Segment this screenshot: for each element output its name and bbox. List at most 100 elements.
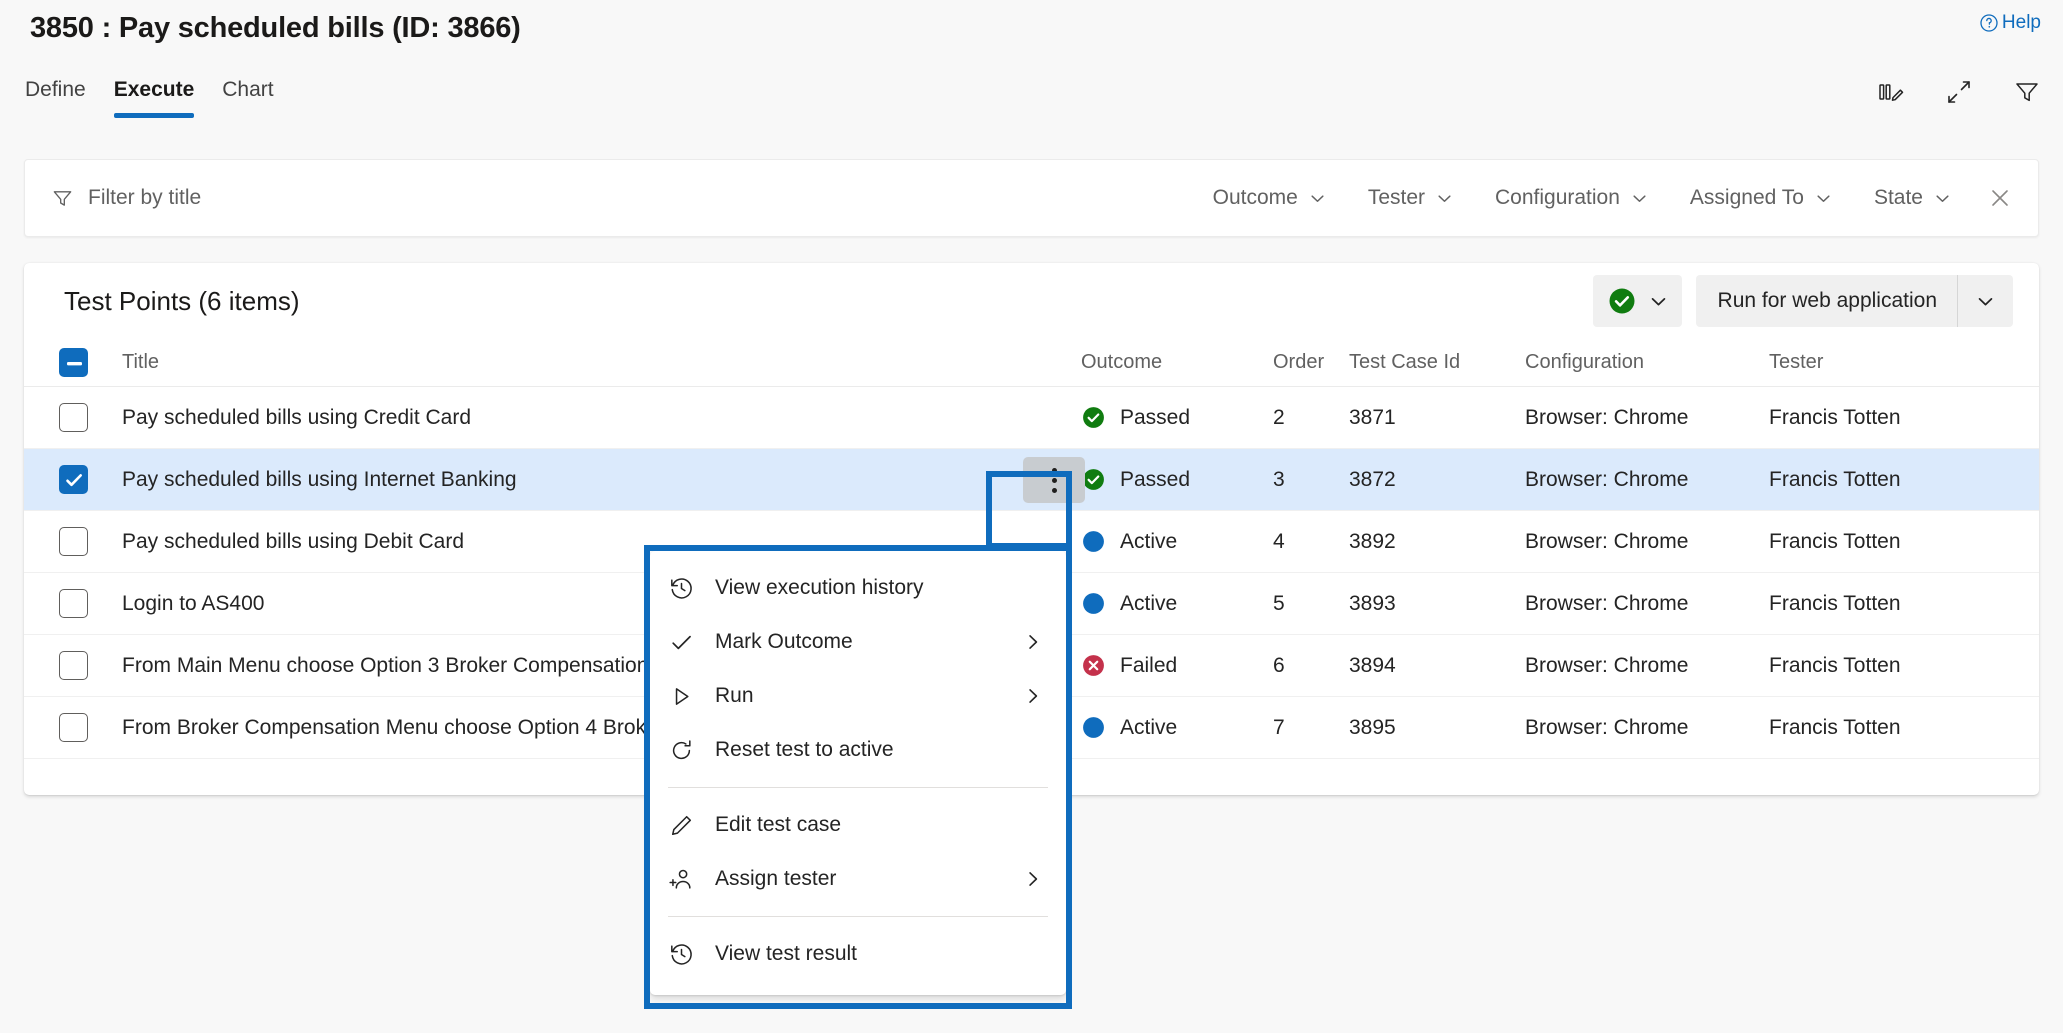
filter-title-input[interactable]: [88, 186, 1192, 210]
row-tester: Francis Totten: [1769, 716, 2039, 740]
play-icon: [668, 683, 715, 710]
menu-item-edit-test-case[interactable]: Edit test case: [650, 798, 1066, 852]
help-link[interactable]: Help: [1979, 12, 2041, 34]
row-select-cell: [24, 527, 122, 556]
row-order: 5: [1273, 592, 1349, 616]
column-header-configuration[interactable]: Configuration: [1525, 351, 1769, 374]
menu-item-label: View execution history: [715, 576, 1048, 600]
card-header-actions: Run for web application: [1593, 275, 2013, 327]
funnel-icon: [51, 187, 74, 210]
table-row[interactable]: Pay scheduled bills using Credit Card Pa…: [24, 387, 2039, 449]
row-test-case-id: 3894: [1349, 654, 1525, 678]
row-title: Pay scheduled bills using Internet Banki…: [122, 468, 1081, 492]
filter-picker-tester[interactable]: Tester: [1347, 180, 1474, 216]
history-icon: [668, 941, 715, 968]
table-row[interactable]: Pay scheduled bills using Internet Banki…: [24, 449, 2039, 511]
row-checkbox[interactable]: [59, 527, 88, 556]
row-outcome-label: Active: [1120, 716, 1177, 740]
column-header-test-case-id[interactable]: Test Case Id: [1349, 351, 1525, 374]
menu-item-assign-tester[interactable]: Assign tester: [650, 852, 1066, 906]
active-status-icon: [1081, 529, 1106, 554]
filter-picker-configuration[interactable]: Configuration: [1474, 180, 1669, 216]
chevron-down-icon: [1309, 190, 1326, 207]
column-options-icon[interactable]: [1877, 78, 1905, 106]
row-outcome: Passed: [1081, 405, 1273, 430]
filter-picker-tester-label: Tester: [1368, 186, 1425, 210]
mark-outcome-split-button[interactable]: [1593, 275, 1682, 327]
row-order: 7: [1273, 716, 1349, 740]
column-header-tester[interactable]: Tester: [1769, 351, 2039, 374]
filter-icon[interactable]: [2013, 78, 2041, 106]
run-for-web-application-split-button[interactable]: Run for web application: [1696, 275, 2013, 327]
tab-execute[interactable]: Execute: [114, 78, 195, 118]
menu-item-run[interactable]: Run: [650, 669, 1066, 723]
row-tester: Francis Totten: [1769, 654, 2039, 678]
row-configuration: Browser: Chrome: [1525, 530, 1769, 554]
row-checkbox[interactable]: [59, 589, 88, 618]
row-test-case-id: 3871: [1349, 406, 1525, 430]
row-configuration: Browser: Chrome: [1525, 592, 1769, 616]
row-outcome: Active: [1081, 591, 1273, 616]
column-header-order[interactable]: Order: [1273, 351, 1349, 374]
card-title: Test Points (6 items): [64, 286, 300, 317]
row-outcome: Active: [1081, 529, 1273, 554]
tab-define[interactable]: Define: [25, 78, 86, 118]
filter-picker-state[interactable]: State: [1853, 180, 1972, 216]
row-checkbox[interactable]: [59, 713, 88, 742]
filter-input-wrap: [25, 186, 1192, 210]
clear-filters-button[interactable]: [1972, 170, 2028, 226]
row-select-cell: [24, 651, 122, 680]
menu-item-label: Reset test to active: [715, 738, 1048, 762]
row-select-cell: [24, 465, 122, 494]
filter-bar: Outcome Tester Configuration Assigned To: [24, 159, 2039, 237]
chevron-right-icon: [1024, 870, 1048, 888]
row-checkbox[interactable]: [59, 465, 88, 494]
select-all-checkbox[interactable]: [59, 348, 88, 377]
row-configuration: Browser: Chrome: [1525, 716, 1769, 740]
row-checkbox[interactable]: [59, 651, 88, 680]
menu-item-view-test-result[interactable]: View test result: [650, 927, 1066, 981]
run-button-dropdown[interactable]: [1957, 275, 2013, 327]
kebab-dot: [1052, 468, 1057, 473]
row-title: Pay scheduled bills using Credit Card: [122, 406, 1081, 430]
menu-item-mark-outcome[interactable]: Mark Outcome: [650, 615, 1066, 669]
app-page: 3850 : Pay scheduled bills (ID: 3866) He…: [0, 0, 2063, 1033]
menu-item-label: Run: [715, 684, 1024, 708]
row-outcome-label: Active: [1120, 530, 1177, 554]
row-context-menu: View execution history Mark Outcome Run: [650, 551, 1066, 995]
row-checkbox[interactable]: [59, 403, 88, 432]
menu-item-view-execution-history[interactable]: View execution history: [650, 561, 1066, 615]
kebab-dot: [1052, 478, 1057, 483]
row-tester: Francis Totten: [1769, 530, 2039, 554]
question-circle-icon: [1979, 13, 1999, 33]
chevron-right-icon: [1024, 633, 1048, 651]
row-more-actions-button[interactable]: [1023, 457, 1085, 503]
tab-list: Define Execute Chart: [25, 78, 274, 118]
menu-item-label: View test result: [715, 942, 1048, 966]
help-label: Help: [2002, 12, 2041, 34]
filter-picker-outcome[interactable]: Outcome: [1192, 180, 1347, 216]
chevron-right-icon: [1024, 687, 1048, 705]
row-test-case-id: 3892: [1349, 530, 1525, 554]
column-header-title[interactable]: Title: [122, 351, 1081, 374]
chevron-down-icon: [1934, 190, 1951, 207]
column-header-outcome[interactable]: Outcome: [1081, 351, 1273, 374]
active-status-icon: [1081, 591, 1106, 616]
menu-item-label: Edit test case: [715, 813, 1048, 837]
chevron-down-icon: [1976, 292, 1995, 311]
filter-picker-assigned-to[interactable]: Assigned To: [1669, 180, 1853, 216]
menu-item-reset-test-to-active[interactable]: Reset test to active: [650, 723, 1066, 777]
history-icon: [668, 575, 715, 602]
run-button-label[interactable]: Run for web application: [1696, 275, 1957, 327]
row-select-cell: [24, 403, 122, 432]
select-all-cell: [24, 348, 122, 377]
row-outcome: Active: [1081, 715, 1273, 740]
close-icon: [1988, 186, 2012, 210]
person-add-icon: [668, 866, 715, 893]
menu-separator: [668, 916, 1048, 917]
fullscreen-icon[interactable]: [1945, 78, 1973, 106]
tab-chart[interactable]: Chart: [222, 78, 273, 118]
row-configuration: Browser: Chrome: [1525, 468, 1769, 492]
table-header-row: Title Outcome Order Test Case Id Configu…: [24, 339, 2039, 387]
header-actions: [1877, 78, 2041, 106]
